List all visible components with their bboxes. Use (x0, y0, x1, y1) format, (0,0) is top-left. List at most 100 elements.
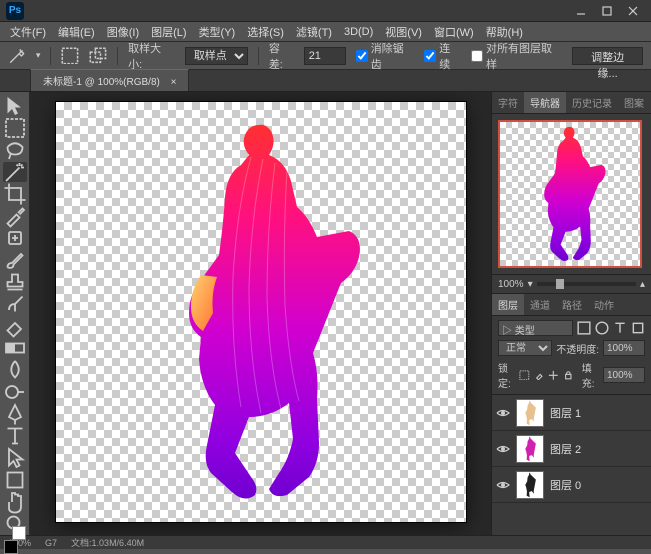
tolerance-label: 容差: (269, 40, 294, 72)
filter-shape-icon[interactable] (631, 321, 645, 335)
blend-mode-select[interactable]: 正常 (498, 340, 552, 356)
sample-size-label: 取样大小: (128, 40, 175, 72)
lock-transparent-icon[interactable] (519, 368, 530, 382)
close-button[interactable] (621, 3, 645, 19)
zoom-slider[interactable] (537, 282, 636, 286)
tab-channels[interactable]: 通道 (524, 294, 556, 315)
gradient-tool[interactable] (3, 338, 27, 358)
navigator-panel (492, 114, 651, 274)
layer-filter-kind[interactable]: ▷ 类型 (498, 320, 573, 336)
menu-image[interactable]: 图像(I) (101, 22, 145, 42)
refine-edge-button[interactable]: 调整边缘... (572, 47, 643, 65)
tab-history[interactable]: 历史记录 (566, 92, 618, 113)
menu-edit[interactable]: 编辑(E) (52, 22, 101, 42)
all-layers-label: 对所有图层取样 (486, 40, 562, 72)
tool-preset-dropdown[interactable]: ▾ (36, 50, 41, 61)
magic-wand-icon (8, 47, 26, 65)
visibility-icon[interactable] (496, 442, 510, 456)
menu-help[interactable]: 帮助(H) (480, 22, 529, 42)
status-docsize[interactable]: 文档:1.03M/6.40M (71, 536, 144, 549)
lock-position-icon[interactable] (548, 368, 559, 382)
anti-alias-checkbox[interactable] (356, 50, 368, 62)
maximize-button[interactable] (595, 3, 619, 19)
tab-layers[interactable]: 图层 (492, 294, 524, 315)
type-tool[interactable] (3, 426, 27, 446)
lock-all-icon[interactable] (563, 368, 574, 382)
all-layers-checkbox[interactable] (471, 50, 483, 62)
healing-tool[interactable] (3, 228, 27, 248)
selection-add-icon[interactable] (89, 47, 107, 65)
canvas-area[interactable] (30, 92, 491, 535)
close-tab-icon[interactable]: × (171, 77, 177, 88)
pen-tool[interactable] (3, 404, 27, 424)
zoom-out-icon[interactable]: ▾ (528, 279, 533, 290)
zoom-in-icon[interactable]: ▴ (640, 279, 645, 290)
navigator-figure (525, 124, 615, 264)
layer-name[interactable]: 图层 2 (550, 441, 581, 457)
layer-name[interactable]: 图层 0 (550, 477, 581, 493)
layer-thumbnail[interactable] (516, 399, 544, 427)
lock-paint-icon[interactable] (534, 368, 545, 382)
menu-type[interactable]: 类型(Y) (193, 22, 242, 42)
tab-paths[interactable]: 路径 (556, 294, 588, 315)
fill-label: 填充: (582, 360, 599, 390)
menu-layer[interactable]: 图层(L) (145, 22, 192, 42)
lock-label: 锁定: (498, 360, 515, 390)
zoom-value[interactable]: 100% (498, 279, 524, 290)
tab-character[interactable]: 字符 (492, 92, 524, 113)
status-bar: 100% G7 文档:1.03M/6.40M (0, 535, 651, 549)
layer-row[interactable]: 图层 0 (492, 467, 651, 503)
tolerance-input[interactable] (304, 47, 346, 65)
move-tool[interactable] (3, 96, 27, 116)
crop-tool[interactable] (3, 184, 27, 204)
opacity-label: 不透明度: (556, 341, 599, 356)
minimize-button[interactable] (569, 3, 593, 19)
document-title: 未标题-1 @ 100%(RGB/8) (43, 77, 160, 88)
layer-thumbnail[interactable] (516, 471, 544, 499)
marquee-tool[interactable] (3, 118, 27, 138)
history-brush-tool[interactable] (3, 294, 27, 314)
opacity-input[interactable] (603, 340, 645, 356)
tools-panel (0, 92, 30, 535)
document-canvas[interactable] (56, 102, 466, 522)
eraser-tool[interactable] (3, 316, 27, 336)
visibility-icon[interactable] (496, 478, 510, 492)
layer-row[interactable]: 图层 1 (492, 395, 651, 431)
menu-window[interactable]: 窗口(W) (428, 22, 480, 42)
layer-name[interactable]: 图层 1 (550, 405, 581, 421)
menu-3d[interactable]: 3D(D) (338, 24, 379, 40)
layer-thumbnail[interactable] (516, 435, 544, 463)
tab-navigator[interactable]: 导航器 (524, 92, 566, 113)
filter-type-icon[interactable] (613, 321, 627, 335)
magic-wand-tool[interactable] (3, 162, 27, 182)
menu-view[interactable]: 视图(V) (379, 22, 428, 42)
tab-actions[interactable]: 动作 (588, 294, 620, 315)
contiguous-label: 连续 (439, 40, 461, 72)
tab-pattern[interactable]: 图案 (618, 92, 650, 113)
navigator-thumbnail[interactable] (498, 120, 642, 268)
menu-select[interactable]: 选择(S) (241, 22, 290, 42)
fill-input[interactable] (603, 367, 645, 383)
figure-artwork (141, 117, 381, 507)
menu-file[interactable]: 文件(F) (4, 22, 52, 42)
sample-size-select[interactable]: 取样点 (185, 47, 248, 65)
contiguous-checkbox[interactable] (424, 50, 436, 62)
right-panels: 字符 导航器 历史记录 图案 100% ▾ ▴ 图层 通道 路径 动作 (491, 92, 651, 535)
path-select-tool[interactable] (3, 448, 27, 468)
menu-filter[interactable]: 滤镜(T) (290, 22, 338, 42)
selection-new-icon[interactable] (61, 47, 79, 65)
layer-row[interactable]: 图层 2 (492, 431, 651, 467)
options-bar: ▾ 取样大小: 取样点 容差: 消除锯齿 连续 对所有图层取样 调整边缘... (0, 42, 651, 70)
document-tab[interactable]: 未标题-1 @ 100%(RGB/8) × (30, 69, 189, 91)
shape-tool[interactable] (3, 470, 27, 490)
hand-tool[interactable] (3, 492, 27, 512)
eyedropper-tool[interactable] (3, 206, 27, 226)
filter-image-icon[interactable] (577, 321, 591, 335)
stamp-tool[interactable] (3, 272, 27, 292)
dodge-tool[interactable] (3, 382, 27, 402)
lasso-tool[interactable] (3, 140, 27, 160)
brush-tool[interactable] (3, 250, 27, 270)
visibility-icon[interactable] (496, 406, 510, 420)
blur-tool[interactable] (3, 360, 27, 380)
filter-adjust-icon[interactable] (595, 321, 609, 335)
